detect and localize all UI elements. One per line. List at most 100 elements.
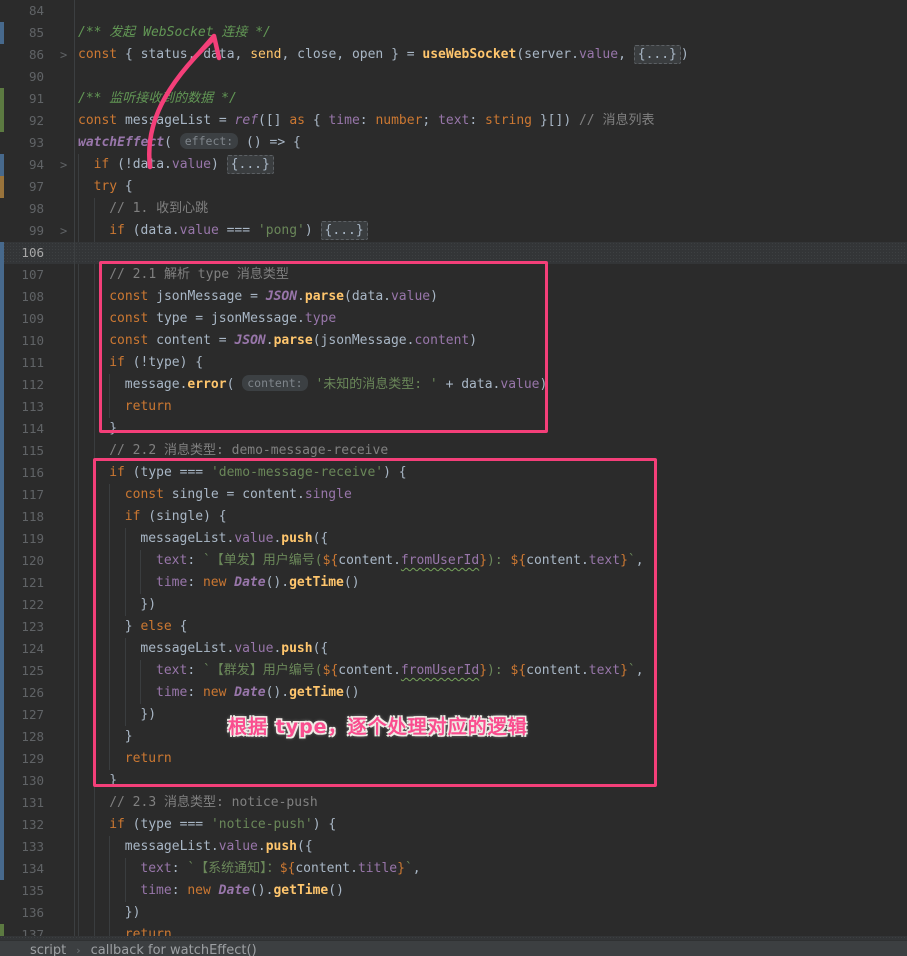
code-token: : [187,663,203,678]
code-line[interactable]: 123} else { [0,616,907,638]
code-token: () [328,883,344,898]
code-token: ${ [511,663,527,678]
code-token: (). [266,685,289,700]
code-token: Date [219,883,250,898]
code-line[interactable]: 115// 2.2 消息类型: demo-message-receive [0,440,907,462]
code-token: (type === [125,465,211,480]
code-text: watchEffect( effect: () => { [0,132,907,154]
code-token: text [140,861,171,876]
code-token: } [125,619,141,634]
code-line[interactable]: 116if (type === 'demo-message-receive') … [0,462,907,484]
code-token: const [109,289,156,304]
code-line[interactable]: 131// 2.3 消息类型: notice-push [0,792,907,814]
code-token: time [156,575,187,590]
code-area[interactable]: 8485/** 发起 WebSocket 连接 */86>const { sta… [0,0,907,946]
code-token: ({ [297,839,313,854]
code-line[interactable]: 108const jsonMessage = JSON.parse(data.v… [0,286,907,308]
code-line[interactable]: 94>if (!data.value) {...} [0,154,907,176]
code-token: ([] [258,113,289,128]
folded-region[interactable]: {...} [227,155,274,174]
code-token: content. [526,553,589,568]
code-token: . [297,289,305,304]
code-line[interactable]: 90 [0,66,907,88]
code-token: ${ [280,861,296,876]
code-token: content. [338,553,401,568]
folded-region[interactable]: {...} [321,221,368,240]
code-line[interactable]: 136}) [0,902,907,924]
code-token: text [438,113,469,128]
breadcrumb-item-script[interactable]: script [30,943,66,956]
code-text [0,0,907,22]
code-line[interactable]: 119messageList.value.push({ [0,528,907,550]
code-line[interactable]: 112message.error( content: '未知的消息类型: ' +… [0,374,907,396]
code-line[interactable]: 132if (type === 'notice-push') { [0,814,907,836]
code-token: } [479,663,487,678]
code-line[interactable]: 130} [0,770,907,792]
code-token: , close, open } = [282,47,423,62]
code-token: title [358,861,397,876]
code-line[interactable]: 110const content = JSON.parse(jsonMessag… [0,330,907,352]
code-line[interactable]: 122}) [0,594,907,616]
code-line[interactable]: 111if (!type) { [0,352,907,374]
code-line[interactable]: 93watchEffect( effect: () => { [0,132,907,154]
code-token: if [109,817,125,832]
code-token: text [589,663,620,678]
code-token: getTime [273,883,328,898]
code-token: . [258,839,266,854]
code-line[interactable]: 106 [0,242,907,264]
code-line[interactable]: 85/** 发起 WebSocket 连接 */ [0,22,907,44]
code-line[interactable]: 98// 1. 收到心跳 [0,198,907,220]
code-token: (single) { [140,509,226,524]
code-line[interactable]: 86>const { status, data, send, close, op… [0,44,907,66]
code-line[interactable]: 97try { [0,176,907,198]
code-line[interactable]: 113return [0,396,907,418]
code-line[interactable]: 84 [0,0,907,22]
code-token: value [500,377,539,392]
code-line[interactable]: 109const type = jsonMessage.type [0,308,907,330]
code-token: () [344,575,360,590]
code-text: }) [0,594,907,616]
code-text: } [0,726,907,748]
code-line[interactable]: 133messageList.value.push({ [0,836,907,858]
code-line[interactable]: 99>if (data.value === 'pong') {...} [0,220,907,242]
code-token: ` [628,663,636,678]
code-line[interactable]: 127}) [0,704,907,726]
code-line[interactable]: 126time: new Date().getTime() [0,682,907,704]
code-line[interactable]: 107// 2.1 解析 type 消息类型 [0,264,907,286]
code-token: messageList. [125,839,219,854]
code-line[interactable]: 124messageList.value.push({ [0,638,907,660]
code-token: fromUserId [401,553,479,568]
code-text: const messageList = ref([] as { time: nu… [0,110,907,132]
code-text: } [0,770,907,792]
code-token: { [117,179,133,194]
code-line[interactable]: 134text: `【系统通知】：${content.title}`, [0,858,907,880]
breadcrumb-item-callback[interactable]: callback for watchEffect() [91,943,257,956]
code-text: messageList.value.push({ [0,638,907,660]
code-line[interactable]: 91/** 监听接收到的数据 */ [0,88,907,110]
code-line[interactable]: 135time: new Date().getTime() [0,880,907,902]
code-token: value [579,47,618,62]
code-line[interactable]: 120text: `【单发】用户编号(${content.fromUserId}… [0,550,907,572]
code-token: messageList. [140,531,234,546]
code-line[interactable]: 129return [0,748,907,770]
code-token: getTime [289,685,344,700]
code-text: text: `【群发】用户编号(${content.fromUserId}): … [0,660,907,682]
code-text: }) [0,704,907,726]
code-text: return [0,396,907,418]
code-line[interactable]: 114} [0,418,907,440]
code-token: const [109,311,156,326]
code-token: // 2.1 解析 type 消息类型 [109,267,289,282]
code-line[interactable]: 128} [0,726,907,748]
code-editor[interactable]: 8485/** 发起 WebSocket 连接 */86>const { sta… [0,0,907,956]
code-line[interactable]: 117const single = content.single [0,484,907,506]
code-token: 'notice-push' [211,817,313,832]
code-token: : [172,861,188,876]
code-line[interactable]: 118if (single) { [0,506,907,528]
code-token: push [281,531,312,546]
folded-region[interactable]: {...} [634,45,681,64]
code-line[interactable]: 92const messageList = ref([] as { time: … [0,110,907,132]
code-token: ; [422,113,438,128]
code-line[interactable]: 121time: new Date().getTime() [0,572,907,594]
code-token: content [414,333,469,348]
code-line[interactable]: 125text: `【群发】用户编号(${content.fromUserId}… [0,660,907,682]
